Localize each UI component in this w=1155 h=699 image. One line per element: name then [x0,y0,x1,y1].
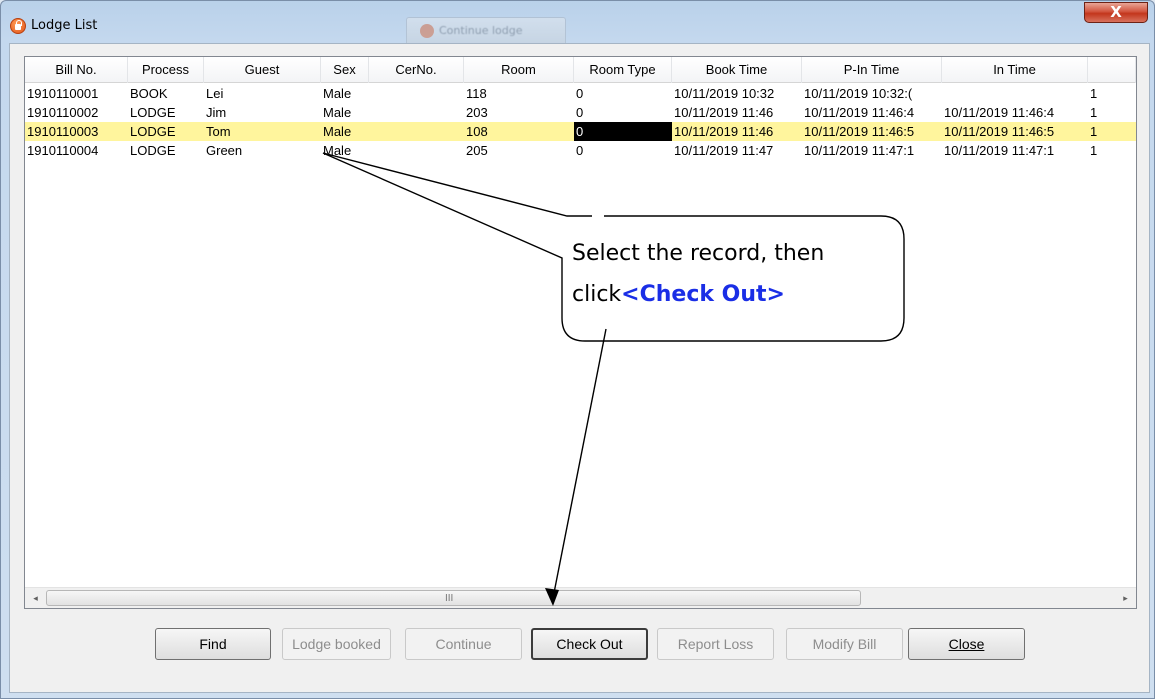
column-header-guest[interactable]: Guest [204,57,321,83]
horizontal-scrollbar[interactable]: ◂ III ▸ [25,587,1136,608]
column-header-bill-no[interactable]: Bill No. [25,57,128,83]
cell-room-type: 0 [576,105,584,120]
cell-extra: 1 [1090,143,1098,158]
modify-bill-button[interactable]: Modify Bill [786,628,903,660]
background-window-title: Continue lodge [439,24,523,37]
column-header-extra[interactable] [1088,57,1136,83]
find-button[interactable]: Find [155,628,271,660]
callout-text: Select the record, then click<Check Out> [572,233,902,315]
scroll-right-arrow-icon[interactable]: ▸ [1115,588,1136,609]
cell-cer-no [369,122,464,141]
cell-process: BOOK [130,86,168,101]
close-icon[interactable]: X [1084,2,1148,23]
cell-room: 203 [466,105,488,120]
cell-sex: Male [323,86,352,101]
column-header-room[interactable]: Room [464,57,574,83]
callout-highlight: <Check Out> [621,282,785,307]
table-row[interactable]: 1910110004 LODGE Green Male 205 0 10/11/… [25,141,1136,160]
check-out-button[interactable]: Check Out [531,628,648,660]
column-header-book-time[interactable]: Book Time [672,57,802,83]
lodge-booked-button[interactable]: Lodge booked [282,628,391,660]
callout-line-1: Select the record, then [572,241,825,266]
cell-in-time [942,84,1088,103]
cell-guest: Jim [206,105,227,120]
cell-sex: Male [323,124,352,139]
column-header-room-type[interactable]: Room Type [574,57,672,83]
column-header-in-time[interactable]: In Time [942,57,1088,83]
cell-book-time: 10/11/2019 11:46 [674,124,774,139]
column-header-p-in-time[interactable]: P-In Time [802,57,942,83]
close-button[interactable]: Close [908,628,1025,660]
cell-room: 118 [466,86,487,101]
cell-extra: 1 [1090,124,1098,139]
cell-room: 108 [466,124,488,139]
cell-guest: Green [206,143,243,158]
column-header-process[interactable]: Process [128,57,204,83]
cell-p-in-time: 10/11/2019 11:46:5 [804,124,915,139]
grip-icon: III [445,593,454,604]
cell-bill-no: 1910110002 [27,105,99,120]
cell-bill-no: 1910110004 [27,143,99,158]
table-row[interactable]: 1910110002 LODGE Jim Male 203 0 10/11/20… [25,103,1136,122]
cell-process: LODGE [130,143,176,158]
cell-cer-no [369,103,464,122]
cell-room: 205 [466,143,488,158]
cell-process: LODGE [130,124,176,139]
cell-in-time: 10/11/2019 11:46:4 [944,105,1055,120]
cell-cer-no [369,141,464,160]
cell-bill-no: 1910110001 [27,86,99,101]
lodge-list-window: Lodge List Continue lodge X Bill No. Pro… [0,0,1155,699]
cell-sex: Male [323,143,352,158]
cell-in-time: 10/11/2019 11:47:1 [944,143,1055,158]
client-area: Bill No. Process Guest Sex CerNo. Room R… [9,43,1150,693]
background-window-tab[interactable]: Continue lodge [406,17,566,43]
cell-sex: Male [323,105,352,120]
cell-process: LODGE [130,105,176,120]
cell-cer-no [369,84,464,103]
scrollbar-thumb[interactable]: III [46,590,861,606]
cell-guest: Tom [206,124,231,139]
cell-room-type: 0 [576,86,584,101]
callout-line-2: click<Check Out> [572,274,902,315]
cell-in-time: 10/11/2019 11:46:5 [944,124,1055,139]
cell-guest: Lei [206,86,224,101]
table-row-selected[interactable]: 1910110003 LODGE Tom Male 108 0 10/11/20… [25,122,1136,141]
scroll-left-arrow-icon[interactable]: ◂ [25,588,46,609]
cell-extra: 1 [1090,86,1098,101]
window-title: Lodge List [31,18,98,33]
cell-room-type-focused[interactable]: 0 [574,122,672,141]
continue-button[interactable]: Continue [405,628,522,660]
cell-p-in-time: 10/11/2019 11:46:4 [804,105,915,120]
cell-book-time: 10/11/2019 11:46 [674,105,774,120]
column-header-cer-no[interactable]: CerNo. [369,57,464,83]
callout-line-2-prefix: click [572,282,622,307]
cell-book-time: 10/11/2019 11:47 [674,143,774,158]
cell-p-in-time: 10/11/2019 10:32:( [804,86,913,101]
report-loss-button[interactable]: Report Loss [657,628,774,660]
close-button-label: Close [948,636,985,652]
column-header-sex[interactable]: Sex [321,57,369,83]
table-row[interactable]: 1910110001 BOOK Lei Male 118 0 10/11/201… [25,84,1136,103]
cell-room-type: 0 [576,143,584,158]
lock-icon [420,24,434,38]
lodge-list-table[interactable]: Bill No. Process Guest Sex CerNo. Room R… [24,56,1137,609]
title-bar[interactable]: Lodge List Continue lodge X [1,1,1154,43]
table-header: Bill No. Process Guest Sex CerNo. Room R… [25,57,1136,83]
cell-extra: 1 [1090,105,1098,120]
cell-bill-no: 1910110003 [27,124,99,139]
lock-icon [10,18,26,34]
cell-p-in-time: 10/11/2019 11:47:1 [804,143,915,158]
cell-book-time: 10/11/2019 10:32 [674,86,775,101]
